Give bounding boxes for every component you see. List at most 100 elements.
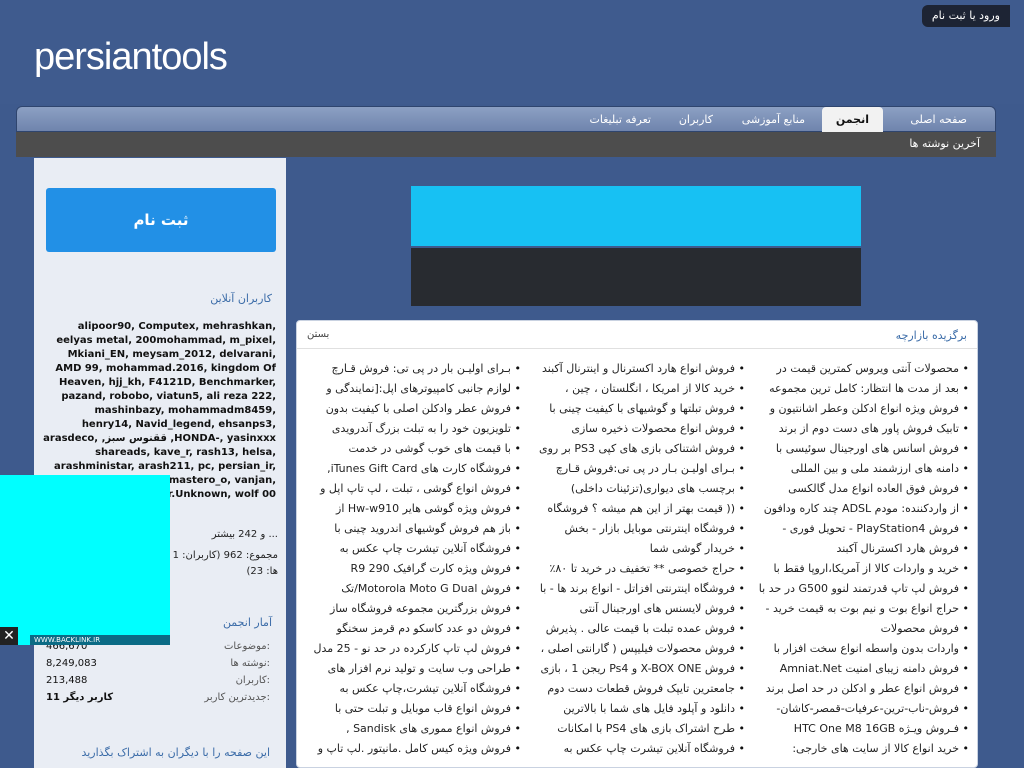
market-listing-link[interactable]: فروش اشتناکی بازی های کپی PS3 بر روی <box>529 439 745 459</box>
market-listing-link[interactable]: فروش ویژه کارت گرافیک R9 290 <box>305 559 521 579</box>
market-listing-link[interactable]: بـرای اولیـن بار در پی تی: فروش قـارچ <box>305 359 521 379</box>
market-listing-link[interactable]: فروش محصولات <box>753 619 969 639</box>
stat-row: کاربران: 213,488 <box>44 672 276 689</box>
market-listing-link[interactable]: فروشگاه اینترنتی افزاتل - انواع برند ها … <box>529 579 745 599</box>
market-listing-link[interactable]: فروش فوق العاده انواع مدل گالکسی <box>753 479 969 499</box>
market-listing-link[interactable]: فروشگاه کارت های iTunes Gift Card, <box>305 459 521 479</box>
nav-home[interactable]: صفحه اصلی <box>896 107 981 132</box>
market-column-1: محصولات آنتی ویروس کمترین قیمت دربعد از … <box>753 359 969 768</box>
market-listing-link[interactable]: طراحی وب سایت و تولید نرم افزار های <box>305 659 521 679</box>
market-listing-link[interactable]: فروش لایسنس های اورجینال آنتی <box>529 599 745 619</box>
market-listing-link[interactable]: حراج انواع بوت و نیم بوت به قیمت خرید - <box>753 599 970 619</box>
stat-label: کاربران: <box>235 675 270 686</box>
online-users-more[interactable]: ... و 242 بیشتر <box>170 528 278 542</box>
market-listing-link[interactable]: خرید کالا از امریکا ، انگلستان ، چین ، <box>529 379 745 399</box>
market-listing-link[interactable]: طرح اشتراک بازی های PS4 با امکانات <box>529 719 745 739</box>
sidebar: ثبت نام کاربران آنلاین alipoor90, Comput… <box>34 158 286 768</box>
stat-value: 213,488 <box>46 675 88 686</box>
market-listing-link[interactable]: فـروش ویـژه HTC One M8 16GB <box>753 719 969 739</box>
market-listing-link[interactable]: فروش انواع هارد اکسترنال و اینترنال آکبن… <box>529 359 745 379</box>
banner-bottom <box>411 248 861 306</box>
market-listing-link[interactable]: فروش تبلتها و گوشیهای با کیفیت چینی با <box>529 399 745 419</box>
market-listing-link[interactable]: خریدار گوشی شما <box>529 539 745 559</box>
market-listing-link[interactable]: بـرای اولیـن بـار در پی تی:فروش قـارچ <box>529 459 745 479</box>
market-listing-link[interactable]: فروش هارد اکسترنال آکبند <box>753 539 969 559</box>
market-listing-link[interactable]: فروش دو عدد کاسکو دم قرمز سخنگو <box>305 619 521 639</box>
site-header: persiantools ورود یا ثبت نام <box>0 0 1024 104</box>
market-listing-link[interactable]: فروش ویژه کیس کامل .مانیتور .لپ تاپ و <box>305 739 521 759</box>
market-listing-link[interactable]: فروشگاه اینترنتی موبایل بازار - بخش <box>529 519 745 539</box>
market-listing-link[interactable]: فروش انواع عطر و ادکلن در حد اصل برند <box>753 679 969 699</box>
nav-tutorials[interactable]: منابع آموزشی <box>728 107 819 132</box>
stat-row: نوشته ها: 8,249,083 <box>44 655 276 672</box>
market-listing-link[interactable]: تلویزیون خود را به تبلت بزرگ آندرویدی <box>305 419 521 439</box>
stat-row: جدیدترین کاربر: 11 کاربر دیگر <box>44 689 276 706</box>
floating-ad-url[interactable]: WWW.BACKLINK.IR <box>30 635 170 645</box>
market-listing-link[interactable]: محصولات آنتی ویروس کمترین قیمت در <box>753 359 969 379</box>
register-button[interactable]: ثبت نام <box>46 188 276 252</box>
market-listing-link[interactable]: فروش انواع گوشی ، تبلت ، لپ تاپ اپل و <box>305 479 521 499</box>
panel-header: برگزیده بازارچه بستن <box>297 321 977 349</box>
latest-posts-link[interactable]: آخرین نوشته ها <box>909 137 980 150</box>
panel-title: برگزیده بازارچه <box>895 329 967 342</box>
market-listing-link[interactable]: واردات بدون واسطه انواع سخت افزار با <box>753 639 969 659</box>
market-listing-link[interactable]: فروش لپ تاپ کارکرده در حد نو - 25 مدل <box>305 639 521 659</box>
market-listing-link[interactable]: فروش-ناب-ترین-عرفیات-قمصر-کاشان- <box>753 699 969 719</box>
sub-nav: آخرین نوشته ها <box>16 132 996 157</box>
market-listing-link[interactable]: جامعترین تایپک فروش قطعات دست دوم <box>529 679 745 699</box>
market-listing-link[interactable]: برچسب های دیواری(تزئینات داخلی) <box>529 479 745 499</box>
panel-close-button[interactable]: بستن <box>307 329 329 340</box>
login-register-button[interactable]: ورود یا ثبت نام <box>921 5 1010 27</box>
market-listing-link[interactable]: فروش لپ تاپ قدرتمند لنوو G500 در حد با <box>753 579 969 599</box>
market-listing-link[interactable]: فروش محصولات فیلیپس ( گارانتی اصلی ، <box>529 639 745 659</box>
market-listing-link[interactable]: دانلود و آپلود فایل های شما با بالاترین <box>529 699 745 719</box>
market-listing-link[interactable]: فروش عمده تبلت با قیمت عالی . پذیرش <box>529 619 745 639</box>
stat-label: موضوعات: <box>224 641 270 652</box>
market-listing-link[interactable]: فروش دامنه زیبای امنیت Amniat.Net <box>753 659 969 679</box>
ad-banner[interactable] <box>411 186 861 306</box>
nav-members[interactable]: کاربران <box>665 107 727 132</box>
floating-ad[interactable]: WWW.BACKLINK.IR ✕ <box>0 475 170 645</box>
online-users-title[interactable]: کاربران آنلاین <box>210 292 272 305</box>
banner-top <box>411 186 861 246</box>
market-listing-link[interactable]: فروشگاه آنلاین تیشرت چاپ عکس به <box>305 539 521 559</box>
stat-value: 8,249,083 <box>46 658 97 669</box>
market-listing-link[interactable]: خرید انواع کالا از سایت های خارجی: <box>753 739 969 759</box>
market-listing-link[interactable]: فروش Motorola Moto G Dual/تک <box>305 579 521 599</box>
market-listing-link[interactable]: فروش عطر وادکلن اصلی با کیفیت بدون <box>305 399 521 419</box>
market-listing-link[interactable]: حراج خصوصی ** تخفیف در خرید تا ۸۰٪ <box>529 559 745 579</box>
market-listing-link[interactable]: فروش X-BOX ONE و Ps4 ریجن 1 ، بازی <box>529 659 745 679</box>
market-listing-link[interactable]: فروش ویژه گوشی هایر Hw-w910 از <box>305 499 521 519</box>
nav-forum[interactable]: انجمن <box>821 107 883 132</box>
main-nav: صفحه اصلی انجمن منابع آموزشی کاربران تعر… <box>16 106 996 132</box>
market-listing-link[interactable]: فروش ویژه انواع ادکلن وعطر اشانتیون و <box>753 399 969 419</box>
market-listing-link[interactable]: فروشگاه آنلاین تیشرت چاپ عکس به <box>529 739 745 759</box>
market-listing-link[interactable]: فروش بزرگترین مجموعه فروشگاه ساز <box>305 599 521 619</box>
market-listing-link[interactable]: با قیمت های خوب گوشی در خدمت <box>305 439 521 459</box>
market-column-2: فروش انواع هارد اکسترنال و اینترنال آکبن… <box>529 359 745 768</box>
market-listing-link[interactable]: فروش PlayStation4 - تحویل فوری - <box>753 519 969 539</box>
market-listing-link[interactable]: (( قیمت بهتر از این هم میشه ؟ فروشگاه <box>529 499 745 519</box>
market-listing-link[interactable]: فروش انواع مموری های Sandisk , <box>305 719 521 739</box>
market-listing-link[interactable]: لوازم جانبی کامپیوترهای اپل:[نمایندگی و <box>305 379 521 399</box>
market-listing-link[interactable]: تابیک فروش پاور های دست دوم از برند <box>753 419 969 439</box>
market-listing-link[interactable]: بعد از مدت ها انتظار: کامل ترین مجموعه <box>753 379 969 399</box>
close-icon[interactable]: ✕ <box>0 627 18 645</box>
market-listing-link[interactable]: فروش انواع قاب موبایل و تبلت حتی با <box>305 699 521 719</box>
market-listing-link[interactable]: خرید و واردات کالا از آمریکا،اروپا فقط ب… <box>753 559 969 579</box>
stat-label: نوشته ها: <box>230 658 270 669</box>
newest-member-link[interactable]: 11 کاربر دیگر <box>46 689 113 706</box>
market-listing-link[interactable]: از واردکننده: مودم ADSL چند کاره ودافون <box>753 499 969 519</box>
market-listing-link[interactable]: دامنه های ارزشمند ملی و بین المللی <box>753 459 969 479</box>
nav-ad-rates[interactable]: تعرفه تبلیغات <box>576 107 665 132</box>
market-listing-link[interactable]: فروشگاه آنلاین تیشرت،چاپ عکس به <box>305 679 521 699</box>
market-listing-link[interactable]: باز هم فروش گوشیهای اندروید چینی با <box>305 519 521 539</box>
forum-stats: موضوعات: 466,670 نوشته ها: 8,249,083 کاربر… <box>44 638 276 706</box>
market-column-3: بـرای اولیـن بار در پی تی: فروش قـارچلوا… <box>305 359 521 768</box>
market-listing-link[interactable]: فروش انواع محصولات ذخیره سازی <box>529 419 745 439</box>
share-page-title: این صفحه را با دیگران به اشتراک بگذارید <box>81 746 270 759</box>
market-listing-link[interactable]: فروش اسانس های اورجینال سوئیسی با <box>753 439 969 459</box>
site-logo[interactable]: persiantools <box>34 36 228 79</box>
stat-label: جدیدترین کاربر: <box>204 692 270 703</box>
featured-market-panel: برگزیده بازارچه بستن محصولات آنتی ویروس … <box>296 320 978 768</box>
